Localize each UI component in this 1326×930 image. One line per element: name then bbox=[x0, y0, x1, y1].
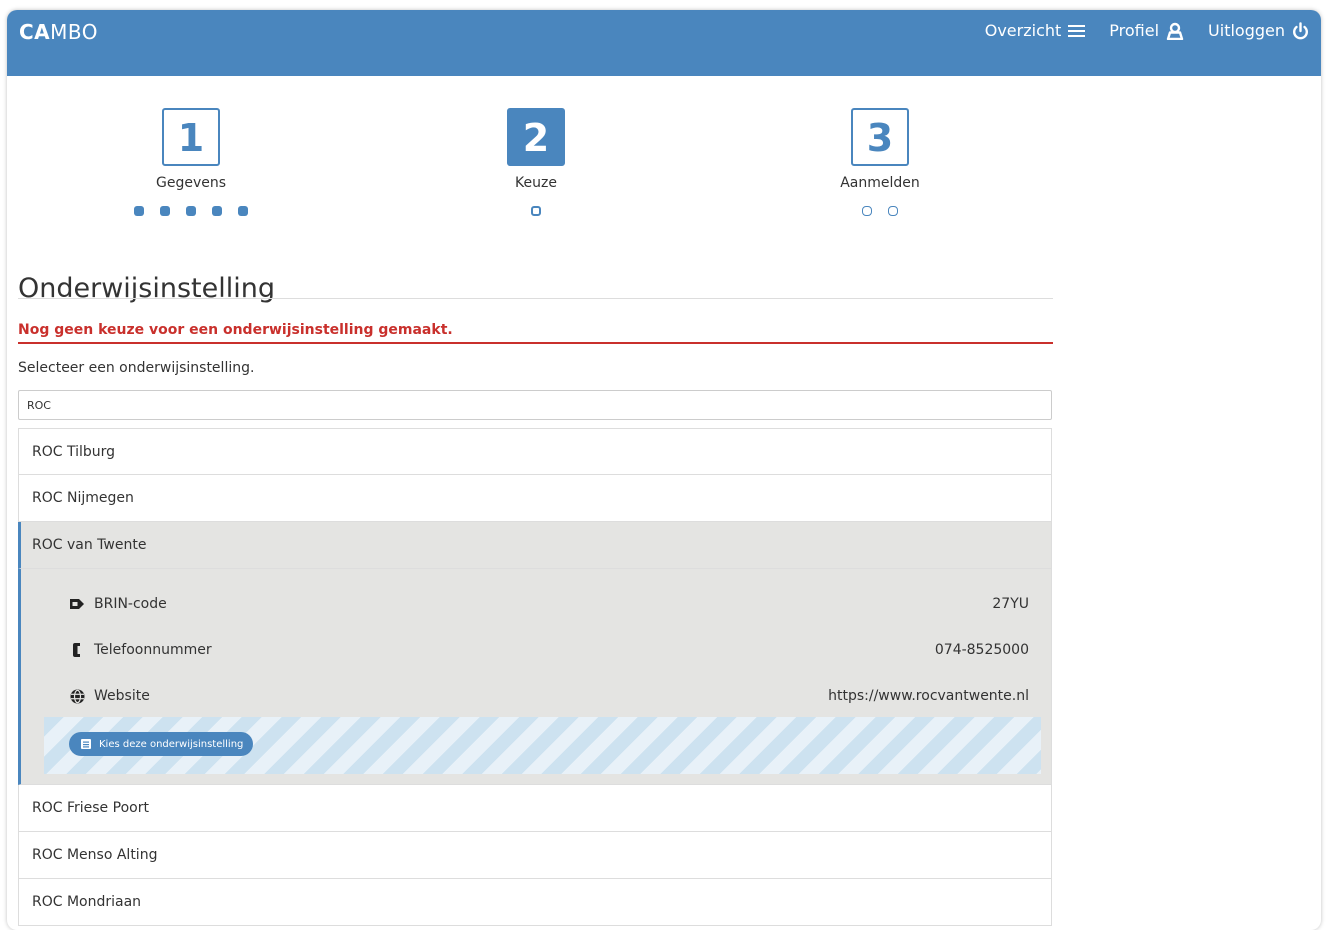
step-number-box: 3 bbox=[851, 108, 909, 166]
nav-links: Overzicht Profiel Uitloggen bbox=[985, 21, 1309, 40]
detail-website: Website https://www.rocvantwente.nl bbox=[68, 686, 1029, 706]
nav-profiel[interactable]: Profiel bbox=[1109, 21, 1184, 40]
page-title: Onderwijsinstelling bbox=[18, 273, 276, 305]
form-icon bbox=[81, 739, 91, 749]
tag-icon bbox=[68, 596, 86, 612]
progress-steps: 1 Gegevens 2 Keuze 3 Aanmelden bbox=[7, 108, 1067, 238]
list-item-label: ROC van Twente bbox=[32, 537, 147, 553]
substep-dot[interactable] bbox=[160, 206, 170, 216]
list-item-selected[interactable]: ROC van Twente bbox=[18, 522, 1052, 569]
list-item[interactable]: ROC Friese Poort bbox=[18, 785, 1052, 832]
list-item-label: ROC Friese Poort bbox=[32, 800, 149, 816]
substep-dot[interactable] bbox=[862, 206, 872, 216]
list-item-label: ROC Menso Alting bbox=[32, 847, 158, 863]
detail-label: Website bbox=[94, 688, 150, 704]
substep-dot[interactable] bbox=[531, 206, 541, 216]
detail-label: BRIN-code bbox=[94, 596, 167, 612]
substep-dot[interactable] bbox=[212, 206, 222, 216]
substep-dot[interactable] bbox=[134, 206, 144, 216]
substep-dot[interactable] bbox=[238, 206, 248, 216]
detail-value: 27YU bbox=[992, 596, 1029, 612]
step-label: Gegevens bbox=[155, 175, 227, 191]
list-item[interactable]: ROC Menso Alting bbox=[18, 832, 1052, 879]
list-icon bbox=[1068, 24, 1086, 37]
selected-item-details: BRIN-code 27YU Telefoonnummer 074-852500… bbox=[18, 569, 1052, 785]
step-label: Keuze bbox=[515, 175, 557, 191]
website-link[interactable]: https://www.rocvantwente.nl bbox=[828, 688, 1029, 704]
step-gegevens[interactable]: 1 Gegevens bbox=[111, 108, 271, 216]
action-bar: Kies deze onderwijsinstelling bbox=[44, 717, 1041, 774]
step-number-box: 2 bbox=[507, 108, 565, 166]
nav-overzicht-label: Overzicht bbox=[984, 21, 1062, 40]
list-item[interactable]: ROC Nijmegen bbox=[18, 475, 1052, 522]
validation-warning: Nog geen keuze voor een onderwijsinstell… bbox=[18, 322, 453, 338]
list-item-label: ROC Mondriaan bbox=[32, 894, 142, 910]
instruction-text: Selecteer een onderwijsinstelling. bbox=[18, 360, 255, 376]
step-keuze[interactable]: 2 Keuze bbox=[456, 108, 616, 216]
step-label: Aanmelden bbox=[840, 175, 920, 191]
warning-underline bbox=[18, 342, 1053, 344]
logo-bold: CA bbox=[19, 20, 51, 44]
search-input[interactable] bbox=[18, 390, 1052, 420]
logo-rest: MBO bbox=[50, 20, 99, 44]
top-navbar: CAMBO Overzicht Profiel Uitloggen bbox=[7, 10, 1321, 76]
step-number-box: 1 bbox=[162, 108, 220, 166]
substep-dot[interactable] bbox=[186, 206, 196, 216]
user-icon bbox=[1166, 22, 1184, 40]
title-divider bbox=[18, 298, 1053, 299]
detail-value: 074-8525000 bbox=[934, 642, 1029, 658]
globe-icon bbox=[68, 688, 86, 704]
nav-profiel-label: Profiel bbox=[1109, 21, 1160, 40]
results-list: ROC Tilburg ROC Nijmegen ROC van Twente … bbox=[18, 428, 1052, 926]
choose-button-label: Kies deze onderwijsinstelling bbox=[99, 738, 244, 750]
list-item-label: ROC Tilburg bbox=[32, 443, 116, 460]
step-dots bbox=[111, 206, 271, 216]
nav-overzicht[interactable]: Overzicht bbox=[985, 21, 1086, 40]
nav-uitloggen-label: Uitloggen bbox=[1208, 21, 1285, 40]
choose-institution-button[interactable]: Kies deze onderwijsinstelling bbox=[69, 732, 254, 756]
list-item-label: ROC Nijmegen bbox=[32, 490, 134, 506]
app-window: CAMBO Overzicht Profiel Uitloggen 1 Gege… bbox=[7, 10, 1321, 930]
phone-icon bbox=[68, 642, 86, 658]
detail-telefoon: Telefoonnummer 074-8525000 bbox=[68, 640, 1029, 660]
cambo-logo[interactable]: CAMBO bbox=[19, 20, 98, 44]
substep-dot[interactable] bbox=[888, 206, 898, 216]
step-dots bbox=[800, 206, 960, 216]
list-item[interactable]: ROC Tilburg bbox=[18, 428, 1052, 475]
nav-uitloggen[interactable]: Uitloggen bbox=[1208, 21, 1309, 40]
detail-brin: BRIN-code 27YU bbox=[68, 594, 1029, 614]
detail-label: Telefoonnummer bbox=[94, 642, 212, 658]
step-aanmelden[interactable]: 3 Aanmelden bbox=[800, 108, 960, 216]
power-icon bbox=[1293, 21, 1308, 39]
step-dots bbox=[456, 206, 616, 216]
